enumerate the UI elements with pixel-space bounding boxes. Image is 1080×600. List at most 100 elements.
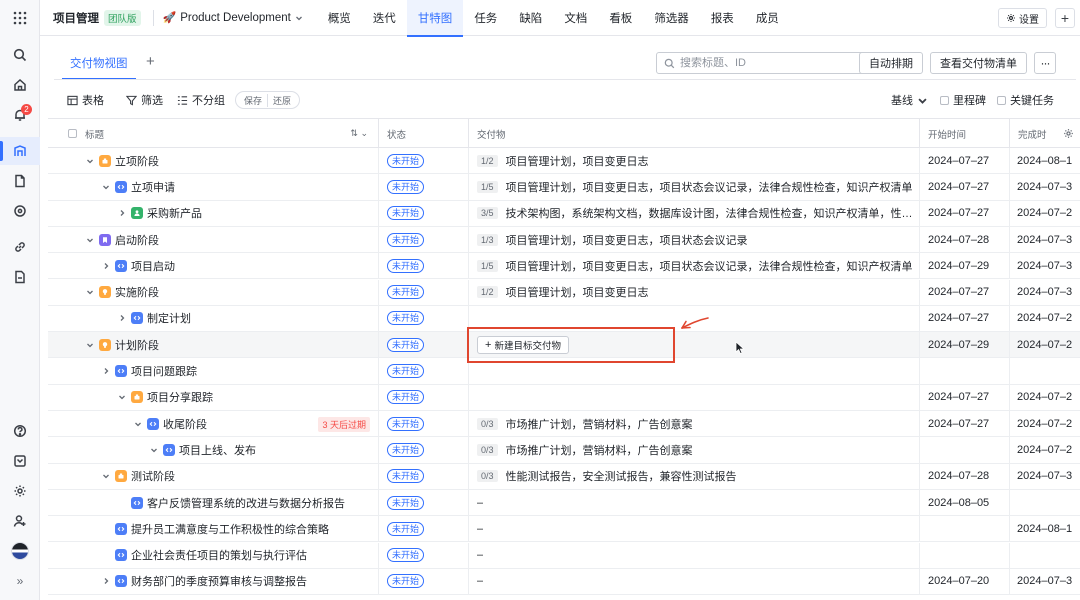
start-date-cell[interactable]: 2024–07–29: [920, 253, 1010, 279]
table-row[interactable]: 项目启动 未开始 1/5 项目管理计划，项目变更日志，项目状态会议记录，法律合规性检查…: [48, 253, 1080, 280]
chevron-down-icon[interactable]: [100, 470, 112, 482]
tab-docs[interactable]: 文档: [553, 0, 598, 36]
status-cell[interactable]: 未开始: [379, 226, 469, 253]
status-cell[interactable]: 未开始: [379, 437, 469, 463]
group-button[interactable]: 不分组: [177, 92, 225, 108]
start-date-cell[interactable]: 2024–07–29: [920, 332, 1010, 358]
row-title[interactable]: 项目上线、发布: [179, 442, 256, 458]
table-row[interactable]: 财务部门的季度预算审核与调整报告 未开始 – 2024–07–20 2024–07–3: [48, 568, 1080, 596]
status-cell[interactable]: 未开始: [379, 489, 469, 516]
chevron-down-icon[interactable]: [100, 181, 112, 193]
end-date-cell[interactable]: [1010, 358, 1080, 383]
deliverables-cell[interactable]: 1/2 项目管理计划，项目变更日志: [469, 279, 920, 305]
inbox-icon[interactable]: [0, 447, 40, 475]
deliverables-cell[interactable]: 1/5 项目管理计划，项目变更日志，项目状态会议记录，法律合规性检查，知识产权清单: [469, 174, 920, 200]
start-date-cell[interactable]: [920, 542, 1010, 568]
end-date-cell[interactable]: 2024–07–2: [1010, 385, 1080, 410]
title-cell[interactable]: 财务部门的季度预算审核与调整报告: [48, 568, 379, 595]
table-row[interactable]: 提升员工满意度与工作积极性的综合策略 未开始 – 2024–08–1: [48, 516, 1080, 543]
status-badge[interactable]: 未开始: [387, 153, 425, 168]
chevron-down-icon[interactable]: [84, 286, 96, 298]
end-date-cell[interactable]: [1010, 543, 1080, 568]
table-row[interactable]: 收尾阶段 3 天后过期 未开始 0/3 市场推广计划，营销材料，广告创意案 2024–07…: [48, 411, 1080, 438]
compass-icon[interactable]: [0, 197, 40, 225]
critical-task-toggle[interactable]: 关键任务: [997, 92, 1054, 108]
status-cell[interactable]: 未开始: [379, 568, 469, 595]
settings-button[interactable]: 设置: [998, 8, 1047, 28]
filter-button[interactable]: 筛选: [126, 92, 163, 108]
row-title[interactable]: 项目启动: [131, 258, 175, 274]
deliverables-cell[interactable]: 1/2 项目管理计划，项目变更日志: [469, 148, 920, 174]
end-date-cell[interactable]: 2024–08–1: [1010, 516, 1080, 541]
select-all-checkbox[interactable]: [68, 129, 77, 138]
status-badge[interactable]: 未开始: [387, 179, 425, 194]
auto-schedule-button[interactable]: 自动排期: [859, 52, 923, 74]
status-cell[interactable]: 未开始: [379, 463, 469, 489]
deliverables-cell[interactable]: –: [469, 516, 920, 542]
row-title[interactable]: 制定计划: [147, 310, 191, 326]
view-deliverable-list-button[interactable]: 查看交付物清单: [930, 52, 1027, 74]
row-title[interactable]: 立项申请: [131, 179, 175, 195]
status-badge[interactable]: 未开始: [387, 337, 425, 352]
start-date-cell[interactable]: 2024–07–27: [920, 279, 1010, 305]
chevron-down-icon[interactable]: [84, 234, 96, 246]
title-cell[interactable]: 客户反馈管理系统的改进与数据分析报告: [48, 489, 379, 516]
status-cell[interactable]: 未开始: [379, 384, 469, 410]
row-title[interactable]: 财务部门的季度预算审核与调整报告: [131, 573, 307, 589]
title-cell[interactable]: 立项阶段: [48, 148, 379, 174]
status-cell[interactable]: 未开始: [379, 516, 469, 542]
row-title[interactable]: 收尾阶段: [163, 416, 207, 432]
chevron-right-icon[interactable]: [116, 312, 128, 324]
table-row[interactable]: 实施阶段 未开始 1/2 项目管理计划，项目变更日志 2024–07–27 2024–07…: [48, 279, 1080, 306]
start-date-cell[interactable]: 2024–08–05: [920, 489, 1010, 516]
chevron-down-icon[interactable]: [148, 444, 160, 456]
project-selector[interactable]: 🚀 Product Development: [163, 11, 303, 24]
row-title[interactable]: 客户反馈管理系统的改进与数据分析报告: [147, 495, 345, 511]
status-cell[interactable]: 未开始: [379, 174, 469, 200]
title-cell[interactable]: 企业社会责任项目的策划与执行评估: [48, 542, 379, 568]
chevron-right-icon[interactable]: [100, 575, 112, 587]
column-end-time[interactable]: 完成时: [1010, 119, 1080, 148]
expand-icon[interactable]: »: [0, 567, 40, 595]
table-view-button[interactable]: 表格: [67, 92, 104, 108]
title-cell[interactable]: 提升员工满意度与工作积极性的综合策略: [48, 516, 379, 542]
deliverables-cell[interactable]: –: [469, 489, 920, 516]
row-title[interactable]: 采购新产品: [147, 205, 202, 221]
title-cell[interactable]: 项目问题跟踪: [48, 358, 379, 384]
table-row[interactable]: 立项申请 未开始 1/5 项目管理计划，项目变更日志，项目状态会议记录，法律合规性检查…: [48, 174, 1080, 201]
status-badge[interactable]: 未开始: [387, 390, 425, 405]
table-row[interactable]: 项目分享跟踪 未开始 2024–07–27 2024–07–2: [48, 384, 1080, 411]
deliverables-cell[interactable]: –: [469, 568, 920, 595]
status-cell[interactable]: 未开始: [379, 279, 469, 305]
avatar[interactable]: [0, 537, 40, 565]
tab-overview[interactable]: 概览: [317, 0, 362, 36]
column-start-time[interactable]: 开始时间: [920, 119, 1010, 148]
status-badge[interactable]: 未开始: [387, 521, 425, 536]
home-icon[interactable]: [0, 71, 40, 99]
status-badge[interactable]: 未开始: [387, 364, 425, 379]
column-settings-icon[interactable]: [1063, 128, 1074, 139]
status-cell[interactable]: 未开始: [379, 200, 469, 226]
baseline-dropdown[interactable]: 基线: [891, 92, 928, 108]
start-date-cell[interactable]: 2024–07–28: [920, 226, 1010, 253]
milestone-toggle[interactable]: 里程碑: [940, 92, 986, 108]
row-title[interactable]: 测试阶段: [131, 468, 175, 484]
bell-icon[interactable]: 2: [0, 101, 40, 129]
title-cell[interactable]: 实施阶段: [48, 279, 379, 305]
chevron-right-icon[interactable]: [100, 260, 112, 272]
status-badge[interactable]: 未开始: [387, 232, 425, 247]
start-date-cell[interactable]: 2024–07–28: [920, 463, 1010, 489]
search-input[interactable]: [680, 57, 880, 69]
table-row[interactable]: 企业社会责任项目的策划与执行评估 未开始 –: [48, 542, 1080, 569]
add-user-icon[interactable]: [0, 507, 40, 535]
table-row[interactable]: 采购新产品 未开始 3/5 技术架构图，系统架构文档，数据库设计图，法律合规性检查，知…: [48, 200, 1080, 227]
end-date-cell[interactable]: 2024–07–3: [1010, 280, 1080, 305]
start-date-cell[interactable]: 2024–07–27: [920, 411, 1010, 437]
table-row[interactable]: 立项阶段 未开始 1/2 项目管理计划，项目变更日志 2024–07–27 2024–08…: [48, 148, 1080, 175]
end-date-cell[interactable]: 2024–07–2: [1010, 411, 1080, 436]
end-date-cell[interactable]: 2024–07–3: [1010, 569, 1080, 594]
end-date-cell[interactable]: 2024–07–3: [1010, 253, 1080, 278]
title-cell[interactable]: 项目启动: [48, 253, 379, 279]
end-date-cell[interactable]: 2024–07–2: [1010, 332, 1080, 357]
help-icon[interactable]: [0, 417, 40, 445]
